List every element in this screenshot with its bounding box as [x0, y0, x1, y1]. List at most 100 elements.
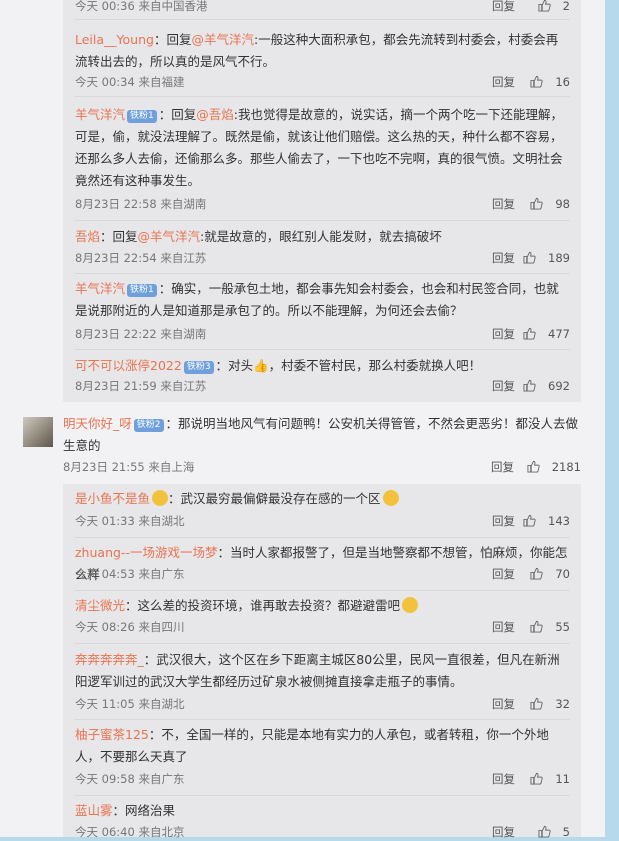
like-count: 55	[555, 620, 570, 634]
like-button[interactable]: 477	[523, 325, 570, 343]
heart-eyes-emoji-icon	[152, 490, 169, 506]
thumbs-up-icon	[538, 825, 551, 838]
comment-time: 8月23日 21:59 来自江苏	[75, 379, 207, 393]
thumbs-up-icon	[530, 75, 544, 88]
reply-button[interactable]: 回复	[492, 195, 515, 213]
reply-comment: 羊气洋汽 铁粉1 ：回复@吾焰:我也觉得是故意的，说实话，摘一个两个吃一下还能理解，…	[75, 107, 563, 188]
comment-time: 今天 00:34 来自福建	[75, 75, 185, 89]
comment-time: 8月23日 22:58 来自湖南	[75, 197, 207, 211]
reply-button[interactable]: 回复	[491, 458, 514, 476]
comment-text: ：武汉很大，这个区在乡下距离主城区80公里，民风一直很差，但凡在新洲阳逻军训过的…	[75, 652, 560, 689]
like-button[interactable]: 11	[530, 770, 570, 788]
like-button[interactable]: 32	[530, 695, 570, 713]
comment-time: 8月23日 21:55 来自上海	[63, 460, 195, 474]
reply-button[interactable]: 回复	[492, 512, 515, 530]
thumbs-up-icon	[530, 697, 544, 710]
reply-button[interactable]: 回复	[492, 249, 515, 267]
reply-button[interactable]: 回复	[492, 377, 515, 395]
like-button[interactable]: 98	[530, 195, 570, 213]
like-button[interactable]: 55	[530, 618, 570, 636]
thumbs-up-icon	[523, 251, 536, 264]
reply-comment: 吾焰：回复@羊气洋汽:就是故意的，眼红别人能发财，就去搞破坏	[75, 229, 442, 244]
like-button[interactable]: 2	[538, 0, 570, 15]
reply-button[interactable]: 回复	[492, 0, 515, 15]
reply-button[interactable]: 回复	[492, 823, 515, 841]
like-count: 143	[548, 514, 570, 528]
username-link[interactable]: 明天你好_呀	[63, 416, 132, 431]
like-count: 98	[555, 197, 570, 211]
divider	[75, 537, 570, 538]
fan-badge: 铁粉3	[183, 361, 214, 374]
reply-comment: 羊气洋汽 铁粉1 ：确实，一般承包土地，都会事先知会村委会，也会和村民签合同，也就是…	[75, 281, 559, 318]
username-link[interactable]: 羊气洋汽	[75, 107, 125, 122]
username-link[interactable]: 清尘微光	[75, 598, 125, 613]
comment-meta: 8月23日 22:58 来自湖南 回复 98	[75, 195, 570, 213]
like-button[interactable]: 16	[530, 73, 570, 91]
like-count: 477	[548, 327, 570, 341]
reply-button[interactable]: 回复	[492, 695, 515, 713]
comment-meta: 今天 09:58 来自广东 回复 11	[75, 770, 570, 788]
like-button[interactable]: 692	[523, 377, 570, 395]
comment-page: 今天 00:36 来自中国香港 回复 2 Leila__Young：回复@羊气洋…	[0, 0, 605, 839]
sweat-emoji-icon	[402, 597, 419, 613]
comment-time: 今天 08:26 来自四川	[75, 620, 185, 634]
comment-meta: 今天 00:36 来自中国香港 回复 2	[75, 0, 570, 15]
reply-button[interactable]: 回复	[492, 618, 515, 636]
fan-badge: 铁粉1	[127, 284, 157, 297]
comment-meta: 今天 06:40 来自北京 回复 5	[75, 823, 570, 841]
like-button[interactable]: 189	[523, 249, 570, 267]
thumbs-up-icon	[523, 327, 536, 340]
like-button[interactable]: 2181	[527, 458, 581, 476]
comment-time: 今天 01:33 来自湖北	[75, 514, 185, 528]
comment-meta: 8月23日 21:59 来自江苏 回复 692	[75, 377, 570, 395]
reply-button[interactable]: 回复	[492, 73, 515, 91]
reply-comment: 是小鱼不是鱼 ：武汉最穷最偏僻最没存在感的一个区	[75, 488, 570, 510]
comment-text: ：网络治果	[112, 803, 176, 818]
thumbs-up-icon	[530, 567, 544, 580]
comment-meta: 今天 04:53 来自广东 回复 70	[75, 565, 570, 583]
like-count: 32	[555, 697, 570, 711]
like-button[interactable]: 70	[530, 565, 570, 583]
reply-button[interactable]: 回复	[492, 565, 515, 583]
main-comment: 明天你好_呀 铁粉2 ：那说明当地风气有问题鸭！公安机关得管管，不然会更恶劣！都没人…	[63, 413, 581, 457]
thumbs-up-icon	[523, 514, 536, 527]
thumbs-up-icon	[530, 197, 544, 210]
username-link[interactable]: 蓝山雾	[75, 803, 113, 818]
comment-meta: 今天 08:26 来自四川 回复 55	[75, 618, 570, 636]
username-link[interactable]: 可不可以涨停2022	[75, 358, 182, 373]
username-link[interactable]: 奔奔奔奔奔_	[75, 652, 144, 667]
reply-button[interactable]: 回复	[492, 325, 515, 343]
comment-meta: 今天 11:05 来自湖北 回复 32	[75, 695, 570, 713]
like-count: 189	[548, 251, 570, 265]
comment-meta: 今天 01:33 来自湖北 回复 143	[75, 512, 570, 530]
divider	[75, 719, 570, 720]
reply-comment: 奔奔奔奔奔_：武汉很大，这个区在乡下距离主城区80公里，民风一直很差，但凡在新洲…	[75, 649, 570, 693]
reply-comment: 可不可以涨停2022 铁粉3 ：对头👍，村委不管村民，那么村委就换人吧！	[75, 358, 482, 374]
divider	[75, 795, 570, 796]
comment-text: :就是故意的，眼红别人能发财，就去搞破坏	[200, 229, 442, 244]
avatar[interactable]	[23, 417, 53, 447]
username-link[interactable]: 吾焰	[75, 229, 100, 244]
reply-button[interactable]: 回复	[492, 770, 515, 788]
like-count: 692	[548, 379, 570, 393]
comment-time: 8月23日 22:22 来自湖南	[75, 327, 207, 341]
comment-meta: 今天 00:34 来自福建 回复 16	[75, 73, 570, 91]
username-link[interactable]: zhuang--一场游戏一场梦	[75, 545, 217, 560]
mention-link[interactable]: @羊气洋汽	[138, 229, 201, 244]
like-button[interactable]: 5	[538, 823, 570, 841]
username-link[interactable]: 羊气洋汽	[75, 281, 125, 296]
comment-meta: 8月23日 21:55 来自上海 回复 2181	[63, 458, 581, 476]
like-button[interactable]: 143	[523, 512, 570, 530]
comment-time: 今天 09:58 来自广东	[75, 772, 185, 786]
comment-time: 8月23日 22:54 来自江苏	[75, 251, 207, 265]
username-link[interactable]: 是小鱼不是鱼	[75, 491, 150, 506]
username-link[interactable]: 柚子蜜茶125	[75, 727, 149, 742]
divider	[75, 96, 570, 97]
like-count: 11	[555, 772, 570, 786]
username-link[interactable]: Leila__Young	[75, 32, 154, 47]
comment-meta: 8月23日 22:54 来自江苏 回复 189	[75, 249, 570, 267]
like-count: 16	[555, 75, 570, 89]
comment-time: 今天 00:36 来自中国香港	[75, 0, 208, 13]
mention-link[interactable]: @吾焰	[196, 107, 234, 122]
mention-link[interactable]: @羊气洋汽	[191, 32, 254, 47]
